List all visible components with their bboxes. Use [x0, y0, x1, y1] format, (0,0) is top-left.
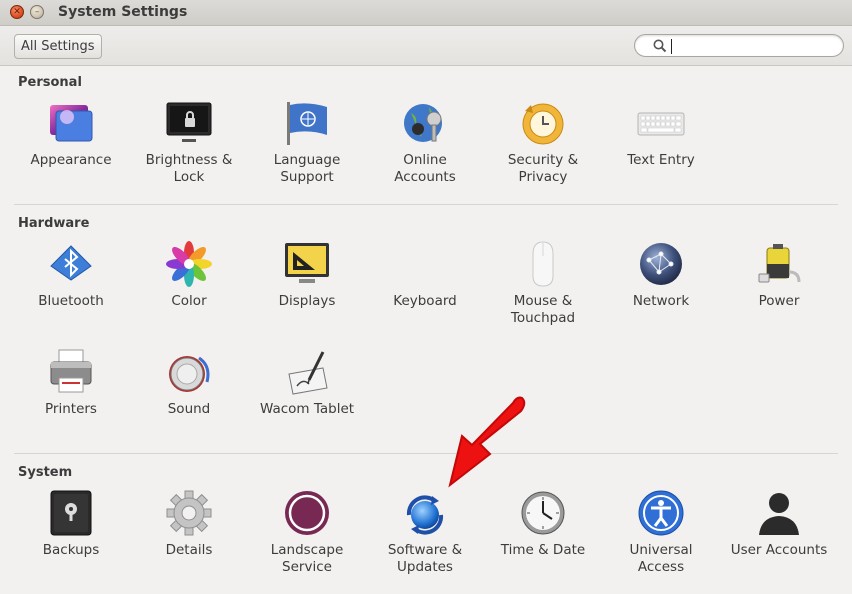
sound-icon [169, 356, 210, 392]
bluetooth-icon [50, 245, 92, 281]
brightness-lock-icon [166, 102, 212, 142]
settings-item-keyboard[interactable]: Keyboard [366, 240, 484, 310]
displays-icon [285, 243, 329, 283]
software-updates-icon [406, 495, 444, 535]
section-title-system: System [18, 465, 73, 480]
settings-item-label: Appearance [30, 152, 112, 168]
security-privacy-icon [522, 103, 564, 145]
settings-item-label: User Accounts [730, 542, 828, 558]
settings-item-details[interactable]: Details [130, 489, 248, 559]
settings-item-label: Sound [167, 401, 211, 417]
minimize-window-button[interactable]: – [30, 5, 44, 19]
settings-item-label: Security & Privacy [507, 152, 579, 185]
settings-item-label: Brightness & Lock [145, 152, 233, 185]
color-icon [166, 241, 212, 287]
settings-item-security-privacy[interactable]: Security & Privacy [484, 99, 602, 186]
settings-item-label: Time & Date [500, 542, 586, 558]
settings-item-displays[interactable]: Displays [248, 240, 366, 310]
settings-item-online-accounts[interactable]: Online Accounts [366, 99, 484, 186]
clock-icon [521, 491, 565, 535]
search-icon [653, 39, 667, 53]
mouse-icon [532, 241, 554, 287]
landscape-icon [285, 491, 329, 535]
settings-item-color[interactable]: Color [130, 240, 248, 310]
settings-item-mouse-touchpad[interactable]: Mouse & Touchpad [484, 240, 602, 327]
settings-item-user-accounts[interactable]: User Accounts [720, 489, 838, 559]
backups-icon [50, 490, 92, 536]
settings-item-printers[interactable]: Printers [12, 348, 130, 418]
settings-item-label: Mouse & Touchpad [510, 293, 576, 326]
settings-item-label: Details [165, 542, 213, 558]
settings-item-sound[interactable]: Sound [130, 348, 248, 418]
settings-content: Personal Appearance Brightness & Lock La… [0, 67, 852, 594]
settings-item-universal-access[interactable]: Universal Access [602, 489, 720, 576]
user-accounts-icon [759, 493, 799, 535]
settings-item-language-support[interactable]: Language Support [248, 99, 366, 186]
settings-item-power[interactable]: Power [720, 240, 838, 310]
section-divider [14, 204, 838, 205]
settings-item-label: Network [632, 293, 690, 309]
settings-item-label: Printers [45, 401, 97, 417]
settings-item-appearance[interactable]: Appearance [12, 99, 130, 169]
settings-item-label: Language Support [273, 152, 341, 185]
settings-item-time-date[interactable]: Time & Date [484, 489, 602, 559]
search-input[interactable] [671, 38, 831, 54]
settings-item-label: Color [171, 293, 207, 309]
window-title: System Settings [58, 4, 188, 20]
settings-item-label: Software & Updates [387, 542, 463, 575]
settings-item-label: Online Accounts [394, 152, 456, 185]
settings-item-bluetooth[interactable]: Bluetooth [12, 240, 130, 310]
all-settings-button[interactable]: All Settings [14, 34, 102, 59]
settings-item-label: Keyboard [393, 293, 457, 309]
toolbar: All Settings [0, 26, 852, 66]
language-support-icon [287, 102, 327, 145]
appearance-icon [50, 105, 93, 142]
gear-icon [166, 490, 212, 536]
system-settings-window: ✕ – System Settings All Settings Persona… [0, 0, 852, 594]
section-divider [14, 453, 838, 454]
settings-item-software-updates[interactable]: Software & Updates [366, 489, 484, 576]
settings-item-label: Bluetooth [38, 293, 104, 309]
settings-item-label: Universal Access [629, 542, 693, 575]
settings-item-landscape-service[interactable]: Landscape Service [248, 489, 366, 576]
settings-item-label: Displays [278, 293, 336, 309]
close-window-button[interactable]: ✕ [10, 5, 24, 19]
settings-item-text-entry[interactable]: Text Entry [602, 99, 720, 169]
keyboard-icon [401, 240, 449, 288]
wacom-tablet-icon [288, 351, 328, 395]
power-icon [758, 244, 801, 283]
settings-item-wacom-tablet[interactable]: Wacom Tablet [248, 348, 366, 418]
universal-access-icon [638, 490, 684, 536]
settings-item-label: Wacom Tablet [259, 401, 355, 417]
settings-item-label: Landscape Service [270, 542, 344, 575]
settings-item-label: Power [758, 293, 800, 309]
section-title-personal: Personal [18, 75, 82, 90]
settings-item-network[interactable]: Network [602, 240, 720, 310]
settings-item-label: Text Entry [627, 152, 695, 168]
settings-item-brightness-lock[interactable]: Brightness & Lock [130, 99, 248, 186]
network-icon [640, 243, 682, 285]
settings-item-backups[interactable]: Backups [12, 489, 130, 559]
settings-item-label: Backups [42, 542, 100, 558]
keyboard-icon [637, 112, 685, 136]
title-bar: ✕ – System Settings [0, 0, 852, 26]
printer-icon [50, 349, 92, 393]
search-box[interactable] [634, 34, 844, 57]
online-accounts-icon [404, 104, 442, 142]
section-title-hardware: Hardware [18, 216, 90, 231]
